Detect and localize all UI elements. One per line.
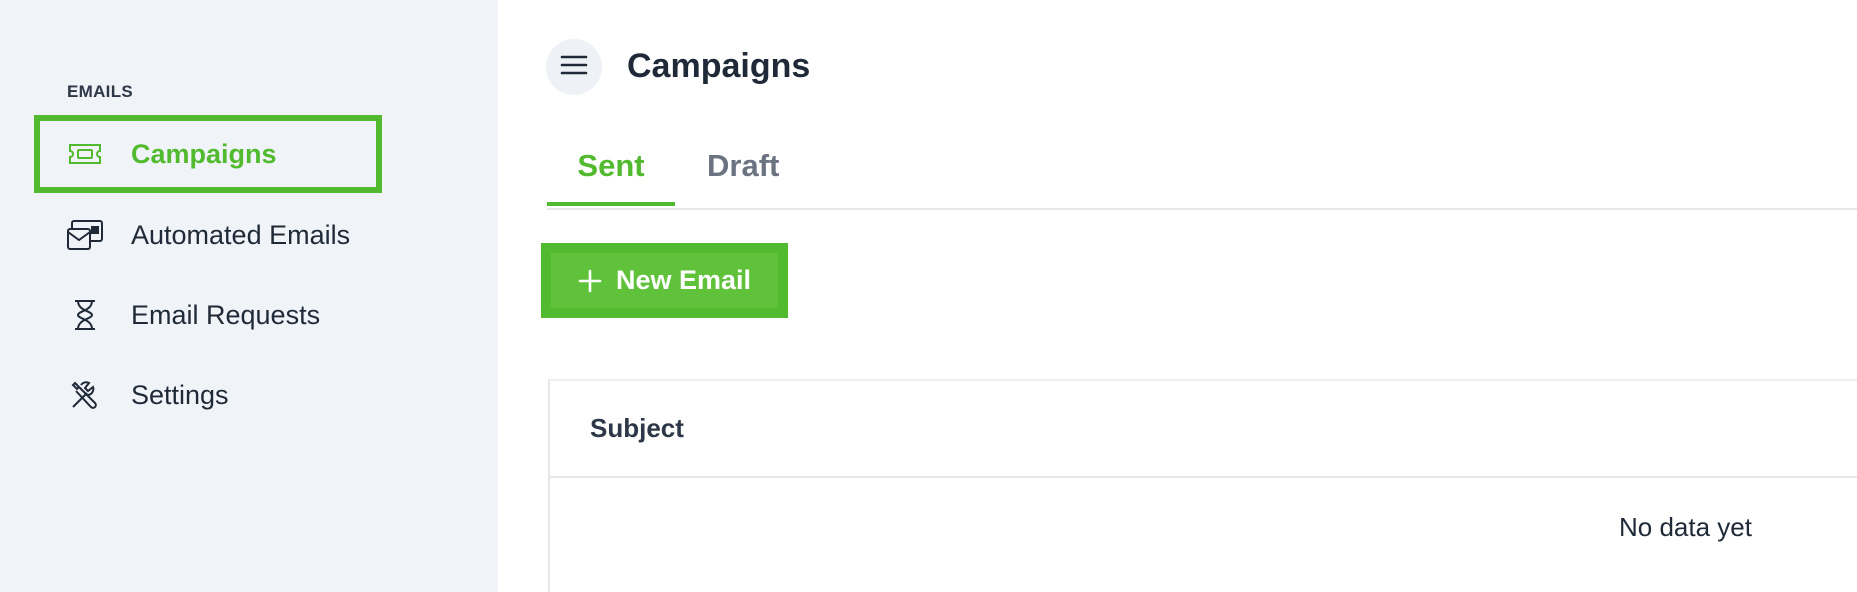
plus-icon — [578, 269, 602, 293]
sidebar-item-label: Email Requests — [131, 299, 321, 330]
sidebar-item-label: Settings — [131, 379, 229, 410]
new-email-button[interactable]: New Email — [541, 243, 788, 318]
menu-toggle-button[interactable] — [546, 39, 602, 95]
column-header-subject[interactable]: Subject — [590, 413, 684, 444]
new-email-button-inner: New Email — [551, 253, 778, 308]
table-header: Subject — [550, 381, 1857, 478]
tools-icon — [66, 379, 104, 411]
sidebar: EMAILS Campaigns Automated Emails Email … — [0, 0, 498, 592]
hamburger-icon — [560, 54, 588, 81]
new-email-label: New Email — [615, 265, 752, 295]
tab-bar: Sent Draft — [547, 142, 1857, 210]
tab-sent[interactable]: Sent — [547, 148, 675, 206]
page-title: Campaigns — [627, 47, 811, 85]
main-content: Campaigns Sent Draft New Email Subject N… — [498, 0, 1857, 592]
empty-state-text: No data yet — [1619, 512, 1752, 542]
sidebar-section-label: EMAILS — [67, 82, 134, 101]
mail-stack-icon — [66, 219, 104, 251]
sidebar-item-campaigns[interactable]: Campaigns — [34, 115, 382, 193]
sidebar-item-settings[interactable]: Settings — [34, 356, 382, 434]
sidebar-item-automated-emails[interactable]: Automated Emails — [34, 196, 382, 274]
campaigns-table: Subject No data yet — [548, 379, 1857, 592]
tab-draft[interactable]: Draft — [707, 148, 779, 184]
hourglass-icon — [66, 299, 104, 331]
ticket-icon — [66, 138, 104, 170]
sidebar-item-label: Automated Emails — [131, 219, 351, 250]
sidebar-item-email-requests[interactable]: Email Requests — [34, 276, 382, 354]
sidebar-item-label: Campaigns — [131, 138, 277, 169]
app: EMAILS Campaigns Automated Emails Email … — [0, 0, 1857, 592]
